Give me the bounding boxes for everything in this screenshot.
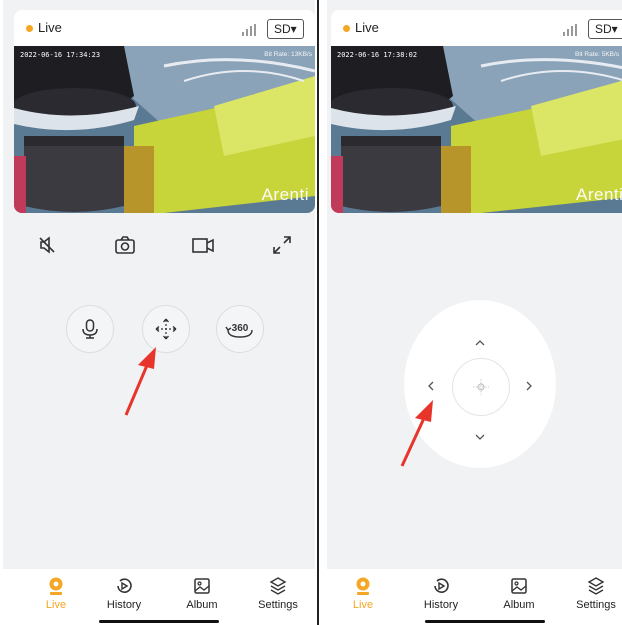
fullscreen-icon[interactable] (271, 234, 293, 256)
tab-label-history: History (423, 599, 459, 611)
tab-album[interactable]: Album (484, 576, 554, 611)
ptz-down-icon[interactable] (473, 430, 487, 444)
home-indicator (425, 620, 545, 623)
live-header: Live SD▾ (14, 10, 315, 46)
tab-settings[interactable]: Settings (561, 576, 622, 611)
video-feed[interactable]: 2022-06-16 17:38:02 Bit Rate: 5KB/s Aren… (331, 46, 622, 213)
tab-settings[interactable]: Settings (243, 576, 313, 611)
video-timestamp: 2022-06-16 17:34:23 (20, 51, 101, 59)
tab-label-history: History (106, 599, 142, 611)
panorama-360-icon: 360 (225, 323, 253, 338)
microphone-button[interactable] (66, 305, 114, 353)
tab-label-album: Album (186, 599, 218, 611)
live-card: Live SD▾ 2022-06-16 17:3 (14, 10, 315, 213)
tab-label-live: Live (45, 599, 67, 611)
live-view-screen-right: Live SD▾ 2022-06-16 17:38:02 Bit Rate: 5… (327, 0, 622, 625)
pointer-arrow (400, 400, 433, 467)
speaker-muted-icon[interactable] (36, 234, 58, 256)
quality-selector[interactable]: SD▾ (588, 19, 622, 39)
panel-divider (317, 0, 319, 625)
live-label: Live (38, 20, 62, 35)
microphone-icon (82, 319, 98, 339)
ptz-up-icon[interactable] (473, 336, 487, 350)
bitrate-readout: Bit Rate: 13KB/s (264, 51, 312, 58)
live-status-dot (343, 25, 350, 32)
tab-live[interactable]: Live (21, 576, 91, 611)
video-timestamp: 2022-06-16 17:38:02 (337, 51, 418, 59)
tab-history[interactable]: History (406, 576, 476, 611)
ptz-right-icon[interactable] (522, 379, 536, 393)
pointer-arrow (124, 347, 156, 416)
ptz-left-icon[interactable] (424, 379, 438, 393)
ptz-center-knob[interactable] (452, 358, 510, 416)
tab-label-settings: Settings (258, 599, 298, 611)
tab-label-settings: Settings (576, 599, 616, 611)
signal-strength-icon (563, 24, 577, 36)
tab-label-live: Live (352, 599, 374, 611)
camera-snapshot-icon[interactable] (114, 234, 136, 256)
tab-bar: Live History Album Settings (327, 569, 622, 625)
panorama-360-label: 360 (232, 323, 249, 334)
tab-history[interactable]: History (89, 576, 159, 611)
quality-selector[interactable]: SD▾ (267, 19, 304, 39)
tab-album[interactable]: Album (167, 576, 237, 611)
tab-live[interactable]: Live (328, 576, 398, 611)
album-icon (511, 578, 527, 594)
tab-bar: Live History Album Settings (3, 569, 315, 625)
settings-icon (269, 577, 287, 595)
home-indicator (99, 620, 219, 623)
crosshair-icon (473, 379, 489, 395)
signal-strength-icon (242, 24, 256, 36)
live-label: Live (355, 20, 379, 35)
tab-label-album: Album (503, 599, 535, 611)
ptz-move-icon (155, 318, 177, 340)
bitrate-readout: Bit Rate: 5KB/s (575, 51, 620, 58)
panorama-360-button[interactable]: 360 (216, 305, 264, 353)
live-header: Live SD▾ (331, 10, 622, 46)
video-feed[interactable]: 2022-06-16 17:34:23 Bit Rate: 13KB/s Are… (14, 46, 315, 213)
live-view-screen-left: Live SD▾ 2022-06-16 17:34:23 Bit Rate: 1… (3, 0, 315, 625)
live-card: Live SD▾ 2022-06-16 17:3 (331, 10, 622, 213)
brand-watermark: Arenti (576, 185, 622, 204)
history-icon (434, 578, 449, 593)
live-camera-icon (356, 577, 370, 595)
live-status-dot (26, 25, 33, 32)
album-icon (194, 578, 210, 594)
live-camera-icon (49, 577, 63, 595)
history-icon (117, 578, 132, 593)
settings-icon (587, 577, 605, 595)
brand-watermark: Arenti (261, 185, 309, 204)
video-record-icon[interactable] (192, 234, 214, 256)
